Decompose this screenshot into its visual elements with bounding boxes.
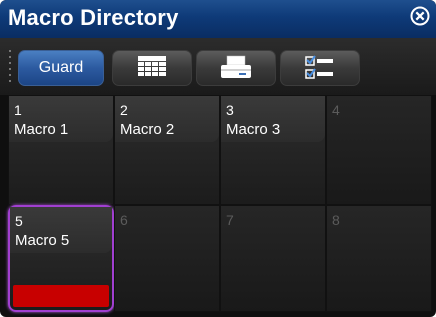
macro-number: 1 [14,102,22,118]
printer-icon [221,55,251,78]
running-indicator [13,285,109,307]
table-icon [138,56,166,76]
table-view-button[interactable] [112,50,192,86]
close-button[interactable] [410,6,430,26]
macro-cell-2[interactable]: 2 Macro 2 [114,95,220,205]
macro-number: 8 [332,212,340,228]
close-icon [410,6,430,26]
macro-number: 5 [15,213,23,229]
macro-name: Macro 5 [15,232,70,249]
guard-button[interactable]: Guard [18,50,104,86]
macro-name: Macro 1 [14,121,69,138]
macro-number: 3 [226,102,234,118]
select-list-button[interactable] [280,50,360,86]
macro-cell-3[interactable]: 3 Macro 3 [220,95,326,205]
macro-cell-1[interactable]: 1 Macro 1 [8,95,114,205]
drag-grip-icon[interactable] [8,48,16,88]
toolbar: Guard [0,38,436,95]
macro-number: 2 [120,102,128,118]
print-button[interactable] [196,50,276,86]
macro-name: Macro 2 [120,121,175,138]
macro-cell-5[interactable]: 5 Macro 5 [8,205,114,312]
macro-cell-6[interactable]: 6 [114,205,220,312]
macro-number: 7 [226,212,234,228]
macro-cell-7[interactable]: 7 [220,205,326,312]
title-bar[interactable]: Macro Directory [0,0,436,38]
macro-name: Macro 3 [226,121,281,138]
macro-number: 6 [120,212,128,228]
macro-cell-8[interactable]: 8 [326,205,432,312]
checklist-icon [305,55,333,79]
macro-number: 4 [332,102,340,118]
macro-directory-window: Macro Directory Guard 1 Macro 1 2 Macro … [0,0,436,317]
macro-cell-4[interactable]: 4 [326,95,432,205]
window-title: Macro Directory [8,5,179,30]
macro-grid: 1 Macro 1 2 Macro 2 3 Macro 3 4 5 Macro … [8,95,432,315]
